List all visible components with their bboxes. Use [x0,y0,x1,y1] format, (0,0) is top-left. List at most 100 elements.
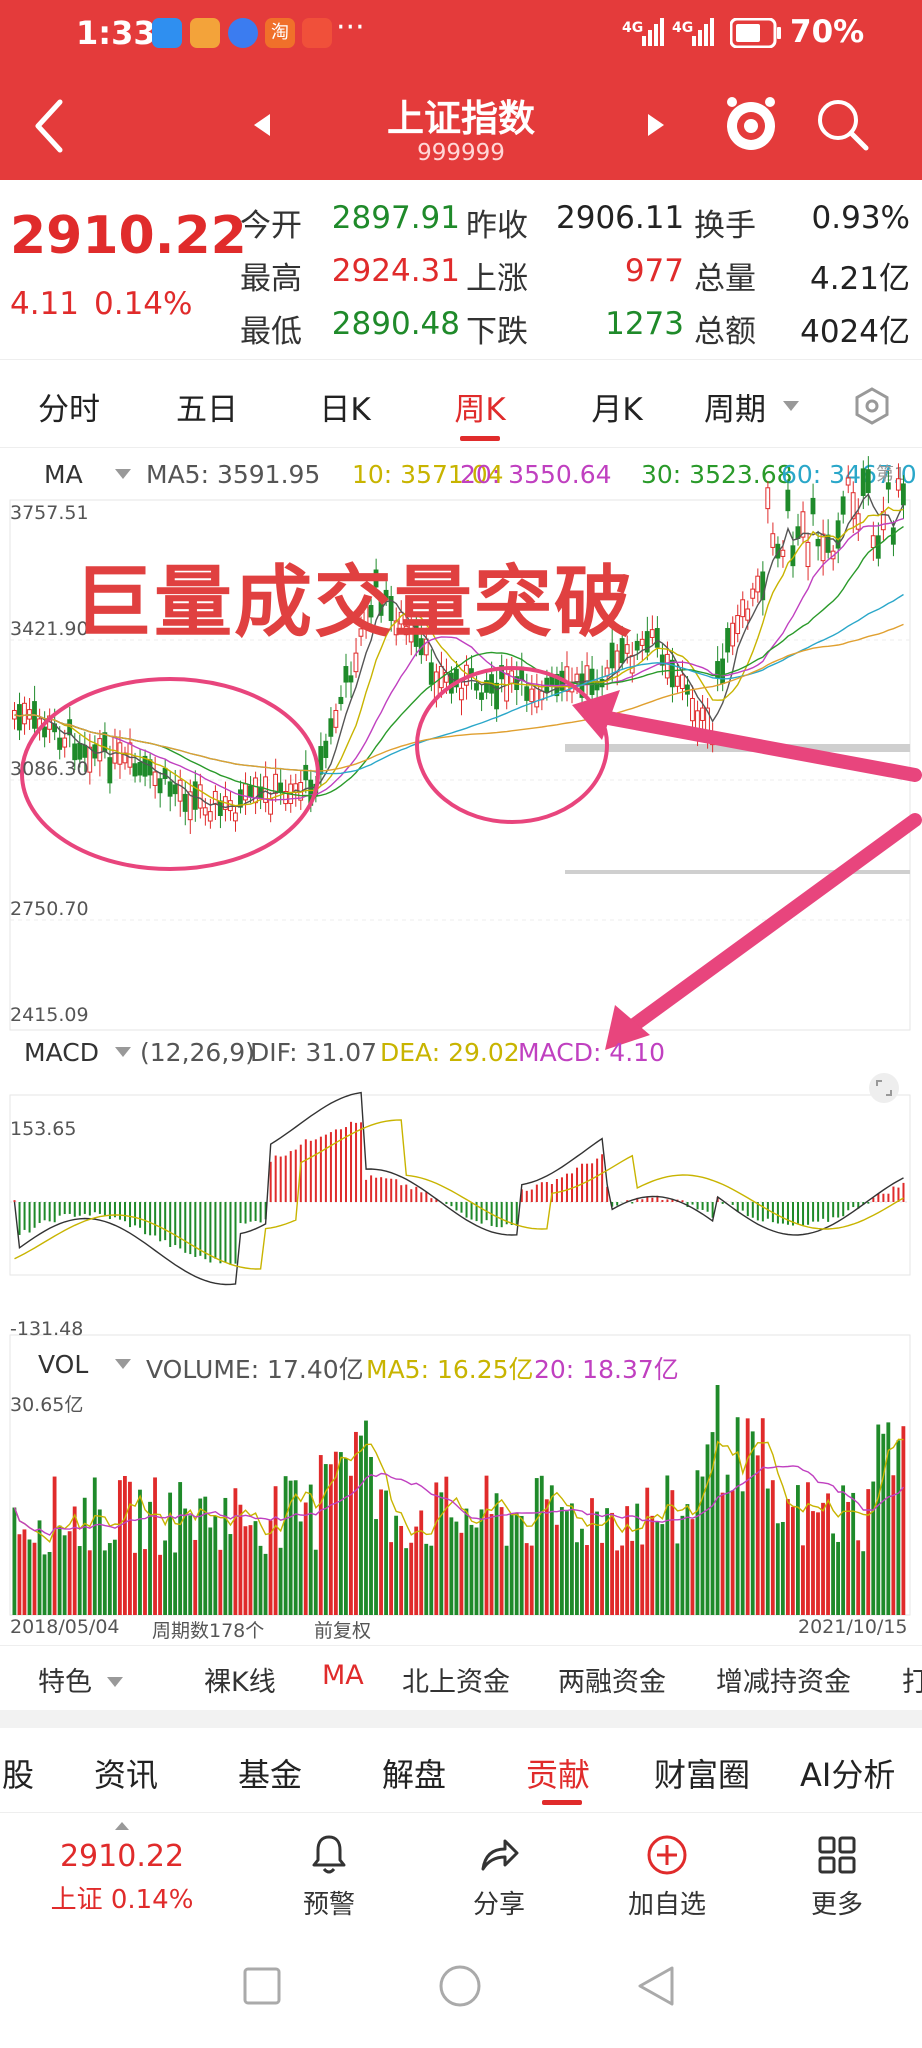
volume-bar [670,1490,675,1615]
macd-bar [154,1202,157,1236]
volume-bar [831,1533,835,1615]
volume-bar [454,1521,459,1615]
macd-bar [616,1202,619,1206]
volume-bar [821,1502,825,1615]
macd-bar [465,1202,468,1218]
tab-five-day[interactable]: 五日 [152,384,262,429]
macd-bar [480,1202,483,1224]
macd-bar [817,1202,820,1222]
home-icon[interactable] [438,1964,482,2008]
macd-bar [68,1202,71,1214]
grid-icon [818,1836,856,1874]
candle-body [845,477,851,486]
volume-bar [233,1488,238,1615]
indicator-naked-k[interactable]: 裸K线 [204,1660,276,1699]
add-watchlist-button[interactable]: 加自选 [602,1833,732,1921]
volume-bar [841,1485,846,1615]
indicator-holdings-change[interactable]: 增减持资金 [716,1660,851,1699]
volume-bar [102,1550,107,1615]
candle-body [504,673,510,702]
vol-legend-name[interactable]: VOL [38,1350,88,1379]
volume-bar [866,1489,871,1615]
volume-bar [690,1519,695,1615]
tab-funds[interactable]: 基金 [238,1750,302,1796]
volume-bar [32,1542,37,1615]
volume-bar [133,1552,137,1615]
alert-button[interactable]: 预警 [264,1833,394,1921]
tab-monthly-k[interactable]: 月K [562,384,672,429]
macd-bar [28,1202,31,1233]
indicator-more[interactable]: 打 [902,1660,922,1699]
candle-body [152,771,158,786]
volume-bar [369,1456,373,1615]
volume-bar [434,1482,439,1615]
back-nav-icon[interactable] [636,1964,676,2008]
mascot-icon[interactable] [724,94,778,154]
candle-body [875,535,881,559]
tab-daily-k[interactable]: 日K [290,384,400,429]
volume-bar [514,1512,519,1615]
macd-legend-name[interactable]: MACD [24,1038,99,1067]
indicator-ma[interactable]: MA [322,1660,364,1691]
macd-dropdown-icon[interactable] [114,1046,132,1058]
volume-bar [559,1507,564,1615]
tab-stocks[interactable]: 股 [2,1750,34,1796]
tab-weekly-k[interactable]: 周K [425,384,535,429]
candle-body [895,478,901,491]
candle-body [77,742,83,760]
indicator-northbound[interactable]: 北上资金 [402,1660,510,1699]
macd-bar [681,1200,684,1202]
tab-analysis[interactable]: 解盘 [382,1750,446,1796]
search-icon[interactable] [816,98,870,152]
settings-hexagon-icon[interactable] [852,386,892,426]
tab-intraday[interactable]: 分时 [14,384,124,429]
candle-body [900,483,906,506]
back-icon[interactable] [32,98,66,154]
vol-dropdown-icon[interactable] [114,1358,132,1370]
volume-bar [539,1475,544,1615]
volume-bar [544,1499,549,1615]
volume-bar [650,1515,655,1615]
indicator-margin[interactable]: 两融资金 [558,1660,666,1699]
period-tabs: 分时 五日 日K 周K 月K 周期 [0,362,922,448]
tab-contribution[interactable]: 贡献 [526,1750,590,1796]
volume-bar [625,1506,630,1615]
caret-up-icon [115,1822,129,1830]
more-button[interactable]: 更多 [772,1833,902,1921]
volume-bar [313,1549,318,1615]
volume-bar [183,1508,188,1615]
macd-bar [445,1202,448,1204]
previous-stock-icon[interactable] [252,112,272,138]
candle-body [685,684,690,695]
tab-period[interactable]: 周期 [690,384,780,429]
value-prev-close: 2906.11 [556,200,685,236]
recent-apps-icon[interactable] [242,1966,282,2006]
x-axis-start: 2018/05/04 [10,1616,120,1638]
feature-menu[interactable]: 特色 [38,1660,92,1699]
candle-body [649,629,655,638]
vol-value: VOLUME: 17.40亿 [146,1355,364,1384]
volume-bar [735,1417,740,1615]
volume-bar [816,1512,820,1615]
volume-bar [52,1476,57,1615]
next-stock-icon[interactable] [646,112,666,138]
volume-bar [785,1499,790,1615]
tab-wealth-circle[interactable]: 财富圈 [654,1750,750,1796]
volume-bar [685,1504,690,1615]
macd-bar [576,1167,579,1202]
price-change-pct: 0.14% [94,286,193,322]
macd-bar [470,1202,473,1220]
candle-body [132,763,138,777]
tab-ai-analysis[interactable]: AI分析 [800,1750,895,1796]
macd-bar [139,1202,142,1228]
share-button[interactable]: 分享 [434,1833,564,1921]
candle-body [524,686,530,701]
candle-body [890,527,896,545]
volume-bar [504,1545,509,1615]
expand-icon[interactable] [868,1072,900,1104]
tab-news[interactable]: 资讯 [94,1750,158,1796]
volume-bar [208,1527,213,1615]
macd-bar [786,1202,789,1225]
kline-chart-area[interactable]: MA MA5: 3591.95 10: 3571.04 20: 3550.64 … [0,450,922,1645]
candle-body [167,781,173,797]
